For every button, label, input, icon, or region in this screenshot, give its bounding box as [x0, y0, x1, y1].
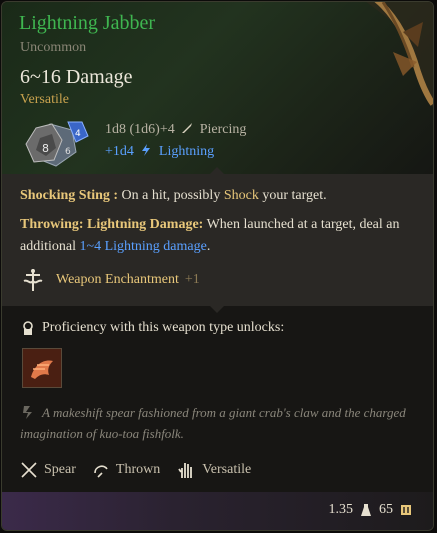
lightning-damage-link[interactable]: 1~4 Lightning damage — [80, 239, 207, 254]
weapon-action-icon[interactable] — [22, 348, 62, 388]
proficiency-header: Proficiency with this weapon type unlock… — [20, 320, 284, 336]
shocking-sting-name: Shocking Sting : — [20, 188, 119, 203]
weapon-enchantment: Weapon Enchantment +1 — [20, 266, 200, 294]
thrown-icon — [94, 465, 108, 478]
die-small-value: 4 — [75, 129, 81, 139]
weight-icon — [361, 504, 371, 516]
lightning-icon — [142, 144, 151, 156]
item-name: Lightning Jabber — [19, 12, 156, 34]
enchantment-value: +1 — [184, 272, 200, 287]
versatile-hand-icon — [178, 463, 193, 478]
spear-icon — [21, 462, 37, 478]
shock-link[interactable]: Shock — [224, 188, 259, 203]
bonus-damage-line: +1d4 Lightning — [105, 143, 214, 160]
dice-icon: 8 4 6 — [25, 121, 89, 167]
damage-range: 6~16 Damage — [20, 66, 133, 88]
base-damage-type: Piercing — [199, 122, 247, 137]
throwing-damage-text: Throwing: Lightning Damage: When launche… — [20, 217, 400, 254]
bonus-damage-dice: +1d4 — [105, 144, 134, 159]
property-versatile[interactable]: Versatile — [176, 460, 251, 480]
weapon-properties: Spear Thrown Versatile — [20, 460, 267, 480]
property-label: Versatile — [202, 462, 252, 477]
property-label: Thrown — [115, 462, 161, 477]
shocking-sting-text: Shocking Sting : On a hit, possibly Shoc… — [20, 188, 327, 203]
item-tooltip: Lightning Jabber Uncommon 6~16 Damage Ve… — [1, 1, 434, 531]
bonus-damage-type: Lightning — [158, 144, 215, 159]
property-label: Spear — [44, 462, 76, 477]
weapon-property: Versatile — [20, 92, 69, 107]
proficiency-lock-icon — [23, 321, 33, 335]
base-damage-line: 1d8 (1d6)+4 Piercing — [105, 121, 246, 138]
section-notch-bottom — [210, 306, 224, 313]
tenacity-action-icon — [23, 349, 61, 387]
footer-info: 1.35 65 — [323, 502, 414, 518]
item-value: 65 — [379, 502, 393, 517]
crab-claw-image — [366, 2, 433, 107]
throwing-damage-name: Throwing: Lightning Damage: — [20, 217, 204, 232]
die-front-value: 8 — [42, 142, 49, 155]
flavor-text: A makeshift spear fashioned from a giant… — [20, 405, 406, 441]
proficiency-label: Proficiency with this weapon type unlock… — [42, 320, 285, 335]
enchantment-anvil-icon — [23, 269, 43, 291]
enchantment-label: Weapon Enchantment — [56, 272, 179, 287]
piercing-icon — [182, 123, 193, 133]
base-damage-dice: 1d8 (1d6)+4 — [105, 122, 175, 137]
die-back-value: 6 — [65, 147, 71, 157]
section-notch-top — [210, 167, 224, 174]
property-spear[interactable]: Spear — [20, 461, 76, 479]
property-thrown[interactable]: Thrown — [92, 461, 160, 479]
gold-coin-icon — [401, 505, 411, 515]
item-weight: 1.35 — [328, 502, 354, 517]
item-rarity: Uncommon — [20, 40, 87, 55]
